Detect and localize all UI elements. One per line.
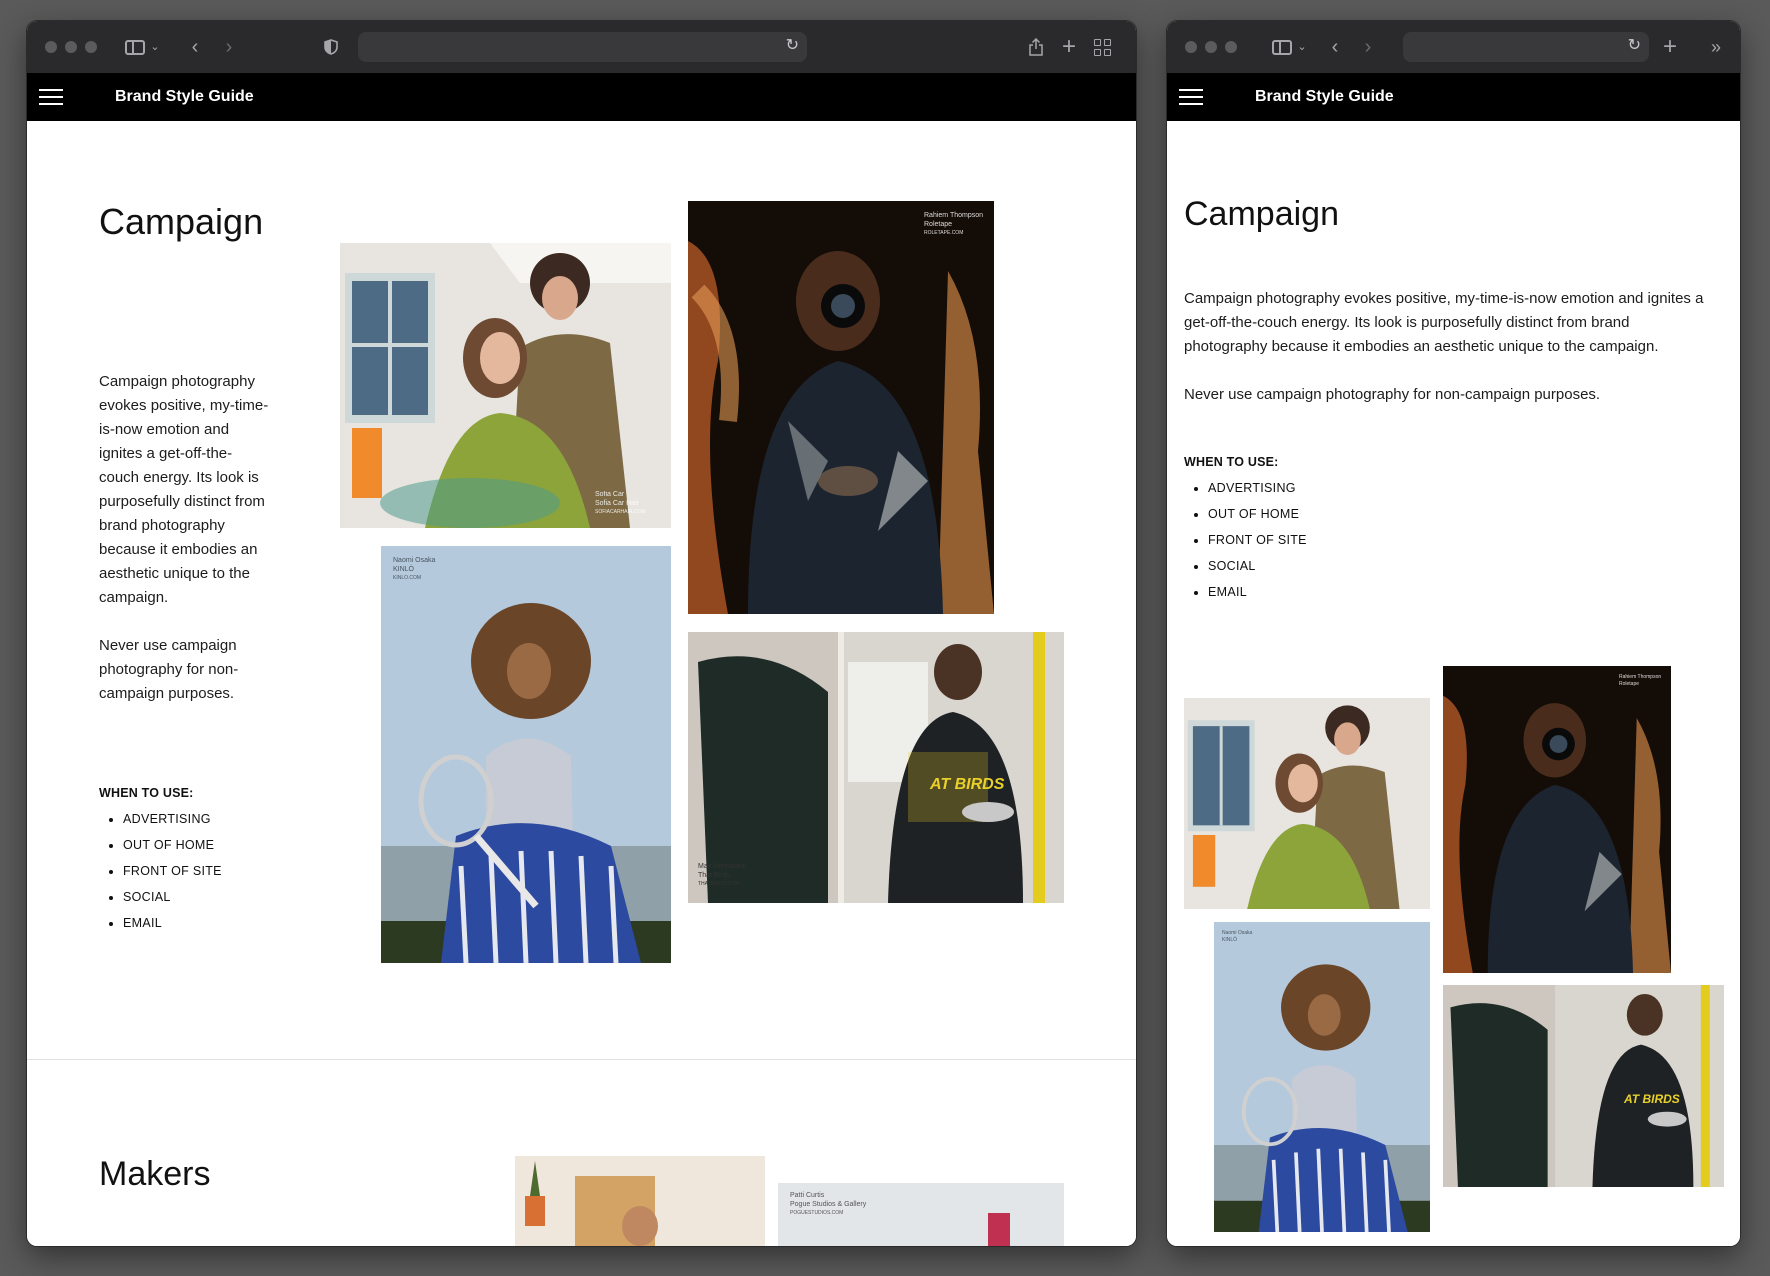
- photo-caption: Rahiem Thompson Roletape: [1619, 674, 1662, 687]
- browser-toolbar: ⌄ ‹ › ↻ +: [27, 21, 1136, 73]
- usage-note: Never use campaign photography for non-c…: [99, 637, 239, 702]
- minimize-window-button[interactable]: [1205, 41, 1217, 53]
- usage-list: ADVERTISING OUT OF HOME FRONT OF SITE SO…: [99, 806, 222, 936]
- usage-item: FRONT OF SITE: [1208, 527, 1307, 553]
- browser-window-narrow: ⌄ ‹ › ↻ + » Brand Style Guide Campaign C…: [1167, 21, 1740, 1246]
- photo-caption: Sofia Car Sofia Car Hair SOFIACARHAIR.CO…: [595, 491, 646, 515]
- address-bar[interactable]: ↻: [1403, 32, 1649, 62]
- campaign-photo-photographer: Rahiem Thompson Roletape ROLETAPE.COM: [688, 201, 994, 614]
- usage-item: SOCIAL: [1208, 553, 1307, 579]
- usage-item: EMAIL: [123, 910, 222, 936]
- new-tab-icon[interactable]: +: [1061, 35, 1077, 59]
- address-bar[interactable]: ↻: [358, 32, 807, 62]
- site-title[interactable]: Brand Style Guide: [1255, 88, 1394, 106]
- photo-caption: Naomi Osaka KINLÒ KINLO.COM: [393, 557, 436, 581]
- share-icon[interactable]: [1028, 35, 1044, 59]
- photo-caption: Naomi Osaka KINLÒ: [1222, 930, 1253, 943]
- back-icon[interactable]: ‹: [1327, 35, 1343, 59]
- campaign-photo-stylist: [1184, 698, 1430, 909]
- usage-item: OUT OF HOME: [1208, 501, 1307, 527]
- campaign-photo-restaurant: AT BIRDS: [1443, 985, 1724, 1187]
- shield-icon[interactable]: [323, 35, 339, 59]
- usage-item: FRONT OF SITE: [123, 858, 222, 884]
- when-to-use-label: WHEN TO USE:: [1184, 455, 1279, 469]
- new-tab-icon[interactable]: +: [1662, 35, 1678, 59]
- site-title[interactable]: Brand Style Guide: [115, 88, 254, 106]
- section-heading: Makers: [99, 1155, 211, 1193]
- photo-caption: Max Henriquez That Birds THATBIRDS.COM: [698, 863, 746, 887]
- usage-item: ADVERTISING: [123, 806, 222, 832]
- zoom-window-button[interactable]: [85, 41, 97, 53]
- page-content: Campaign Campaign photography evokes pos…: [27, 121, 1136, 1246]
- back-icon[interactable]: ‹: [187, 35, 203, 59]
- campaign-photo-tennis: Naomi Osaka KINLÒ: [1214, 922, 1430, 1232]
- window-controls: [1185, 41, 1237, 53]
- section-heading: Campaign: [1184, 195, 1339, 233]
- campaign-photo-tennis: Naomi Osaka KINLÒ KINLO.COM: [381, 546, 671, 963]
- tab-overview-icon[interactable]: [1093, 35, 1111, 59]
- hamburger-menu-icon[interactable]: [39, 89, 63, 105]
- hamburger-menu-icon[interactable]: [1179, 89, 1203, 105]
- reload-icon[interactable]: ↻: [1628, 35, 1641, 55]
- site-header: Brand Style Guide: [1167, 73, 1740, 121]
- campaign-description: Campaign photography evokes positive, my…: [1184, 287, 1714, 407]
- zoom-window-button[interactable]: [1225, 41, 1237, 53]
- close-window-button[interactable]: [45, 41, 57, 53]
- usage-item: OUT OF HOME: [123, 832, 222, 858]
- more-tabs-chevron-icon[interactable]: »: [1708, 35, 1724, 59]
- page-content: Campaign Campaign photography evokes pos…: [1167, 121, 1740, 1246]
- reload-icon[interactable]: ↻: [786, 35, 799, 55]
- campaign-photo-restaurant: AT BIRDS Max Henriquez That Birds THATBI…: [688, 632, 1064, 903]
- usage-note: Never use campaign photography for non-c…: [1184, 386, 1601, 403]
- forward-icon[interactable]: ›: [221, 35, 237, 59]
- shirt-text: AT BIRDS: [1624, 1092, 1680, 1106]
- usage-item: ADVERTISING: [1208, 475, 1307, 501]
- makers-photo-gallery: Patti Curtis Pogue Studios & Gallery POG…: [778, 1183, 1064, 1246]
- makers-photo-studio: [515, 1156, 765, 1246]
- chevron-down-icon[interactable]: ⌄: [149, 35, 161, 59]
- sidebar-toggle-icon[interactable]: [125, 35, 145, 59]
- window-controls: [45, 41, 97, 53]
- site-header: Brand Style Guide: [27, 73, 1136, 121]
- chevron-down-icon[interactable]: ⌄: [1296, 35, 1308, 59]
- sidebar-toggle-icon[interactable]: [1272, 35, 1292, 59]
- section-heading: Campaign: [99, 201, 264, 242]
- usage-item: SOCIAL: [123, 884, 222, 910]
- section-divider: [27, 1059, 1136, 1060]
- photo-caption: Patti Curtis Pogue Studios & Gallery POG…: [790, 1192, 867, 1216]
- description-paragraph: Campaign photography evokes positive, my…: [99, 373, 269, 606]
- campaign-photo-stylist: Sofia Car Sofia Car Hair SOFIACARHAIR.CO…: [340, 243, 671, 528]
- minimize-window-button[interactable]: [65, 41, 77, 53]
- usage-item: EMAIL: [1208, 579, 1307, 605]
- campaign-photo-photographer: Rahiem Thompson Roletape: [1443, 666, 1671, 973]
- forward-icon[interactable]: ›: [1360, 35, 1376, 59]
- close-window-button[interactable]: [1185, 41, 1197, 53]
- photo-caption: Rahiem Thompson Roletape ROLETAPE.COM: [924, 212, 984, 236]
- when-to-use-label: WHEN TO USE:: [99, 786, 194, 800]
- browser-window-desktop: ⌄ ‹ › ↻ + Brand Style Guide Campaign Cam…: [27, 21, 1136, 1246]
- campaign-description: Campaign photography evokes positive, my…: [99, 370, 271, 706]
- shirt-text: AT BIRDS: [930, 776, 1005, 793]
- browser-toolbar: ⌄ ‹ › ↻ + »: [1167, 21, 1740, 73]
- description-paragraph: Campaign photography evokes positive, my…: [1184, 290, 1704, 355]
- usage-list: ADVERTISING OUT OF HOME FRONT OF SITE SO…: [1184, 475, 1307, 605]
